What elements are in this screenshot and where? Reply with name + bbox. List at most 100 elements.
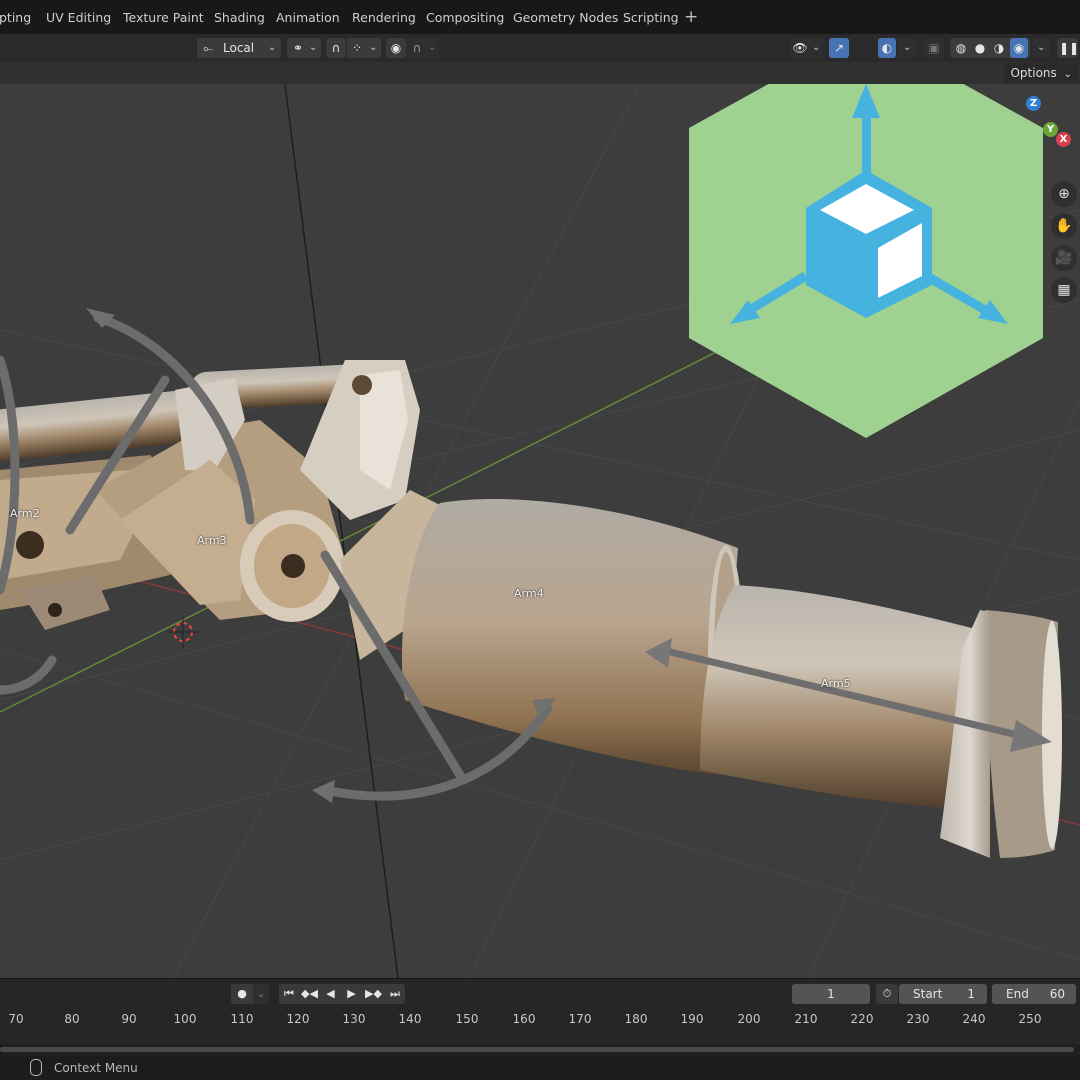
tool-settings-strip: Options ⌄ bbox=[0, 62, 1080, 84]
tab-shading[interactable]: Shading bbox=[214, 0, 265, 34]
options-label: Options bbox=[1010, 66, 1057, 80]
arm4-arrow-tip-left bbox=[312, 780, 335, 803]
status-bar: Context Menu bbox=[0, 1056, 1080, 1080]
pivot-icon: ⟜ bbox=[203, 41, 213, 55]
frame-tick: 220 bbox=[850, 1012, 874, 1026]
frame-tick: 250 bbox=[1018, 1012, 1042, 1026]
timeline-header: ● ⌄ ⏮ ◆◀ ◀ ▶ ▶◆ ⏭ 1 ⏱ Start 1 End 60 bbox=[0, 978, 1080, 1009]
next-keyframe-icon: ▶◆ bbox=[365, 987, 382, 1000]
chevron-down-icon: ⌄ bbox=[268, 42, 277, 53]
xray-toggle[interactable]: ▣ bbox=[924, 38, 944, 58]
timeline-scrollbar[interactable] bbox=[0, 1044, 1080, 1056]
solid-shading-icon[interactable]: ● bbox=[971, 38, 989, 58]
tab-sculpting[interactable]: pting bbox=[0, 0, 31, 34]
object-label-arm3: Arm3 bbox=[197, 534, 227, 547]
frame-tick: 180 bbox=[624, 1012, 648, 1026]
overlays-toggle[interactable]: ◐ bbox=[878, 38, 896, 58]
arm5-mesh[interactable] bbox=[700, 585, 1062, 858]
add-workspace-button[interactable]: + bbox=[684, 0, 698, 34]
frame-tick: 80 bbox=[64, 1012, 80, 1026]
link-icon: ⚭ bbox=[292, 41, 304, 55]
preview-range-toggle[interactable]: ⏱ bbox=[876, 984, 898, 1004]
next-keyframe-button[interactable]: ▶◆ bbox=[362, 984, 385, 1004]
pan-hand-icon[interactable]: ✋ bbox=[1051, 213, 1077, 239]
jump-end-icon: ⏭ bbox=[390, 987, 400, 1000]
play-button[interactable]: ▶ bbox=[341, 984, 362, 1004]
start-frame-label: Start bbox=[913, 987, 943, 1001]
stopwatch-icon: ⏱ bbox=[882, 987, 892, 1000]
falloff-dropdown[interactable]: ∩ ⌄ bbox=[407, 38, 439, 58]
pivot-label: Local bbox=[223, 41, 255, 55]
proportional-edit-toggle[interactable]: ◉ bbox=[386, 38, 406, 58]
magnet-icon: ∩ bbox=[331, 41, 341, 55]
viewport-header: ⟜ Local ⌄ ⚭ ⌄ ∩ ⁘ ⌄ ◉ ∩ ⌄ 👁 ⌄ ↗ ◐ ⌄ ▣ ◍ … bbox=[0, 34, 1080, 62]
material-shading-icon[interactable]: ◑ bbox=[990, 38, 1008, 58]
mouse-right-icon bbox=[30, 1059, 42, 1076]
jump-start-button[interactable]: ⏮ bbox=[279, 984, 299, 1004]
viewport-scene bbox=[0, 84, 1080, 978]
jump-end-button[interactable]: ⏭ bbox=[385, 984, 405, 1004]
chevron-down-icon: ⌄ bbox=[369, 42, 378, 53]
record-icon: ● bbox=[237, 987, 247, 1000]
tab-scripting[interactable]: Scripting bbox=[623, 0, 679, 34]
frame-tick: 170 bbox=[568, 1012, 592, 1026]
wireframe-shading-icon[interactable]: ◍ bbox=[952, 38, 970, 58]
zoom-icon[interactable]: ⊕ bbox=[1051, 181, 1077, 207]
overlays-dropdown[interactable]: ⌄ bbox=[897, 38, 917, 58]
3d-viewport[interactable]: Z Y X ⊕ ✋ 🎥 ▦ Arm2 Arm3 Arm4 Arm5 bbox=[0, 84, 1080, 978]
snap-toggle[interactable]: ∩ bbox=[326, 38, 346, 58]
chevron-down-icon: ⌄ bbox=[812, 42, 821, 53]
end-frame-field[interactable]: End 60 bbox=[992, 984, 1076, 1004]
arm4-mesh[interactable] bbox=[340, 490, 744, 775]
frame-tick: 190 bbox=[680, 1012, 704, 1026]
object-label-arm4: Arm4 bbox=[514, 587, 544, 600]
current-frame-field[interactable]: 1 bbox=[792, 984, 870, 1004]
perspective-toggle-icon[interactable]: ▦ bbox=[1051, 277, 1077, 303]
shading-dropdown[interactable]: ⌄ bbox=[1032, 38, 1050, 58]
tab-compositing[interactable]: Compositing bbox=[426, 0, 504, 34]
prev-keyframe-button[interactable]: ◆◀ bbox=[299, 984, 320, 1004]
chevron-down-icon: ⌄ bbox=[903, 42, 912, 53]
snap-target-dropdown[interactable]: ⁘ ⌄ bbox=[347, 38, 381, 58]
grid-dots-icon: ⁘ bbox=[351, 41, 363, 55]
keying-dropdown[interactable]: ⌄ bbox=[253, 984, 269, 1004]
tab-animation[interactable]: Animation bbox=[276, 0, 340, 34]
gizmo-icon: ↗ bbox=[833, 41, 845, 55]
axis-x-icon[interactable]: X bbox=[1056, 132, 1071, 147]
chevron-down-icon: ⌄ bbox=[1063, 69, 1072, 80]
tab-texture-paint[interactable]: Texture Paint bbox=[123, 0, 204, 34]
frame-tick: 70 bbox=[8, 1012, 24, 1026]
auto-keying-toggle[interactable]: ● bbox=[231, 984, 253, 1004]
frame-tick: 90 bbox=[121, 1012, 137, 1026]
tab-uv-editing[interactable]: UV Editing bbox=[46, 0, 111, 34]
end-frame-label: End bbox=[1006, 987, 1029, 1001]
axis-z-icon[interactable]: Z bbox=[1026, 96, 1041, 111]
prev-keyframe-icon: ◆◀ bbox=[301, 987, 318, 1000]
rendered-shading-icon[interactable]: ◉ bbox=[1010, 38, 1028, 58]
xray-icon: ▣ bbox=[928, 41, 940, 55]
frame-tick: 100 bbox=[173, 1012, 197, 1026]
chevron-down-icon: ⌄ bbox=[1037, 42, 1046, 53]
play-reverse-button[interactable]: ◀ bbox=[320, 984, 341, 1004]
tab-rendering[interactable]: Rendering bbox=[352, 0, 416, 34]
frame-ruler[interactable]: 70 80 90 100 110 120 130 140 150 160 170… bbox=[0, 1008, 1080, 1044]
frame-tick: 150 bbox=[455, 1012, 479, 1026]
pause-render-button[interactable]: ❚❚ bbox=[1057, 38, 1079, 58]
context-menu-hint: Context Menu bbox=[54, 1061, 138, 1075]
overlay-icon: ◐ bbox=[881, 41, 893, 55]
gizmo-toggle[interactable]: ↗ bbox=[829, 38, 849, 58]
workspace-tab-bar: pting UV Editing Texture Paint Shading A… bbox=[0, 0, 1080, 34]
end-frame-value: 60 bbox=[1049, 987, 1065, 1001]
jump-start-icon: ⏮ bbox=[284, 987, 294, 1000]
timeline-scroll-thumb[interactable] bbox=[0, 1047, 1074, 1052]
start-frame-field[interactable]: Start 1 bbox=[899, 984, 987, 1004]
snap-dropdown[interactable]: ⚭ ⌄ bbox=[287, 38, 321, 58]
tab-geometry-nodes[interactable]: Geometry Nodes bbox=[513, 0, 618, 34]
visibility-dropdown[interactable]: 👁 ⌄ bbox=[789, 38, 823, 58]
frame-tick: 160 bbox=[512, 1012, 536, 1026]
camera-view-icon[interactable]: 🎥 bbox=[1051, 245, 1077, 271]
axis-y-icon[interactable]: Y bbox=[1043, 122, 1058, 137]
options-dropdown[interactable]: Options ⌄ bbox=[1004, 63, 1078, 83]
3d-cursor[interactable] bbox=[167, 616, 199, 648]
transform-pivot-dropdown[interactable]: ⟜ Local ⌄ bbox=[197, 38, 281, 58]
